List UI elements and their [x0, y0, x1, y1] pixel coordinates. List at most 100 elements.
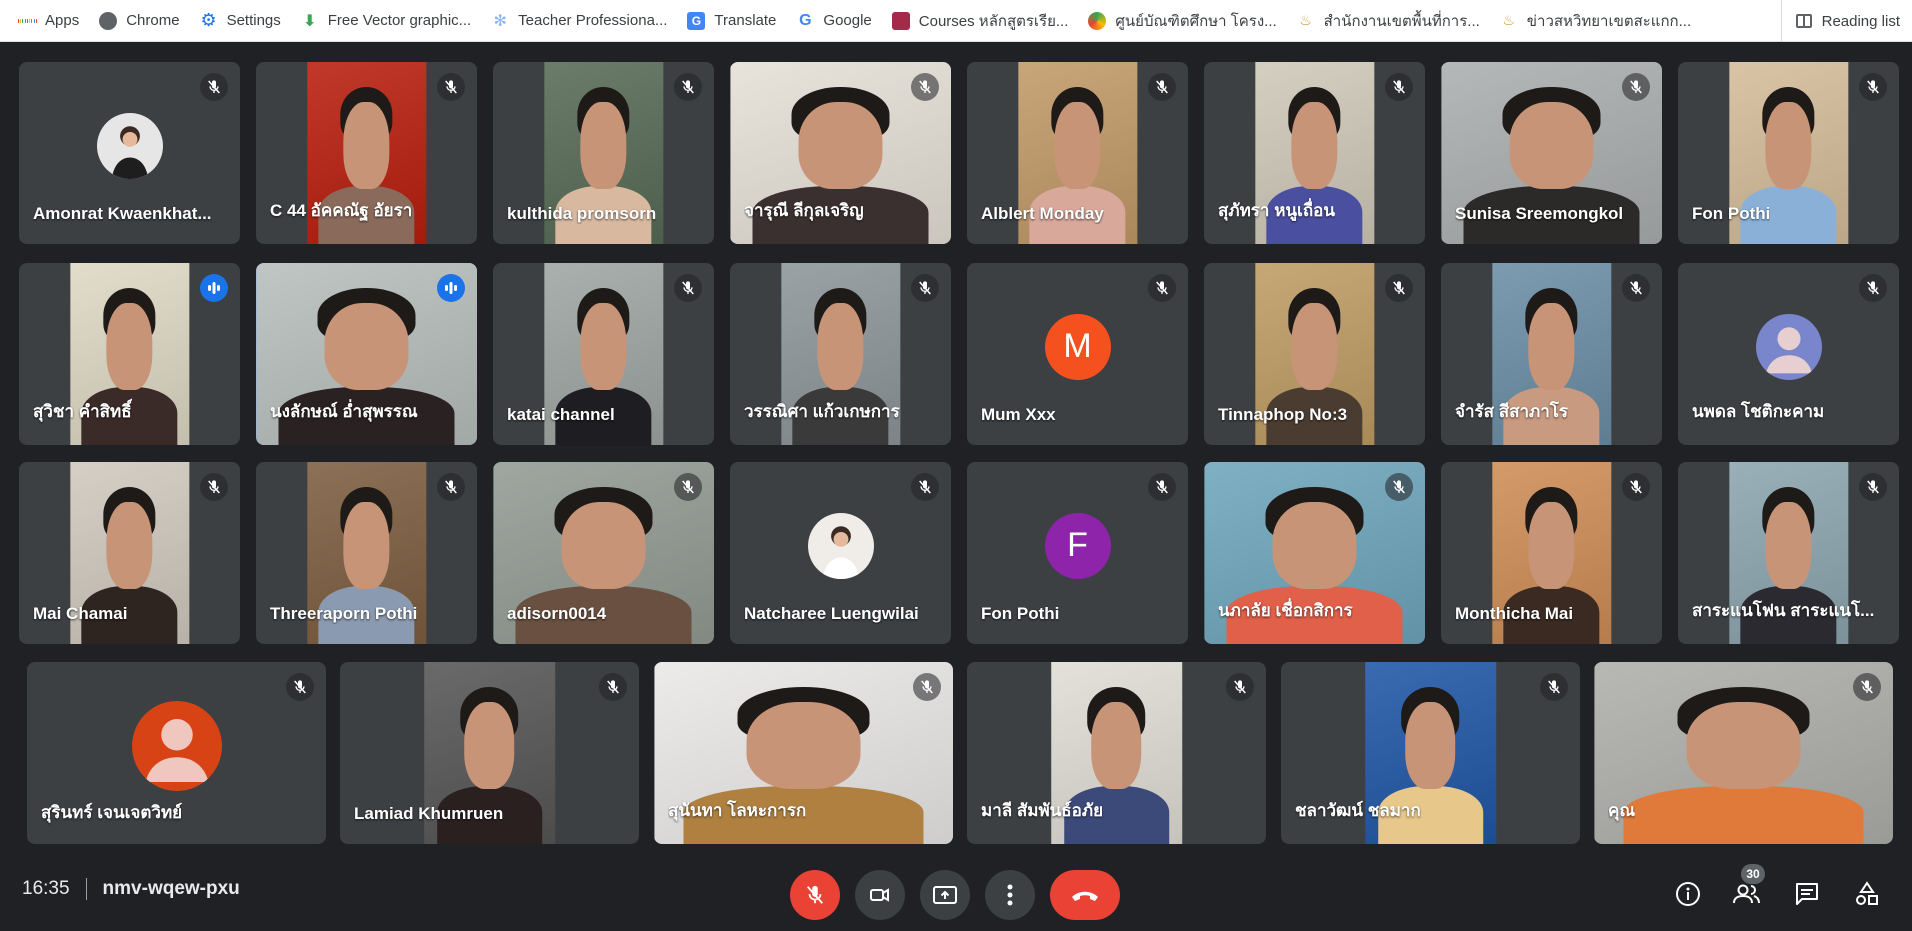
end-call-icon: [1072, 891, 1098, 901]
download-icon: ⬇: [303, 12, 317, 30]
present-screen-button[interactable]: [920, 870, 970, 920]
seal-icon: [1088, 11, 1107, 30]
mic-off-icon: [1859, 73, 1887, 101]
clock-time: 16:35: [22, 878, 70, 899]
participant-tile[interactable]: สุภัทรา หนูเถื่อน: [1204, 62, 1425, 244]
mic-off-icon: [599, 673, 627, 701]
camera-toggle-button[interactable]: [855, 870, 905, 920]
speaking-indicator-icon: [200, 274, 228, 302]
info-icon: [1676, 882, 1700, 906]
leave-call-button[interactable]: [1050, 870, 1120, 920]
participant-tile[interactable]: C 44 อัคคณัฐ อัยรา: [256, 62, 477, 244]
participant-tile[interactable]: สุนันทา โลหะการก: [654, 662, 953, 844]
bookmark-label: Free Vector graphic...: [327, 12, 472, 29]
google-icon: G: [799, 11, 812, 29]
participant-tile[interactable]: katai channel: [493, 263, 714, 445]
mic-off-icon: [674, 473, 702, 501]
mic-off-icon: [674, 274, 702, 302]
participant-tile[interactable]: จารุณี ลีกุลเจริญ: [730, 62, 951, 244]
participant-tile[interactable]: คุณ: [1594, 662, 1893, 844]
snowflake-icon: ✻: [493, 12, 507, 30]
participant-tile[interactable]: มาลี สัมพันธ์อภัย: [967, 662, 1266, 844]
participant-tile[interactable]: Alblert Monday: [967, 62, 1188, 244]
bookmark-item[interactable]: ⬇ Free Vector graphic...: [301, 12, 471, 30]
mic-off-icon: [1148, 73, 1176, 101]
participant-name: C 44 อัคคณัฐ อัยรา: [270, 201, 413, 220]
mic-off-icon: [911, 73, 939, 101]
bookmark-item[interactable]: Courses หลักสูตรเรีย...: [891, 9, 1068, 33]
gear-icon: ⚙: [200, 10, 217, 30]
participant-tile[interactable]: Monthicha Mai: [1441, 462, 1662, 644]
participant-name: Lamiad Khumruen: [354, 804, 504, 823]
participant-tile[interactable]: สาระแนโฟน สาระแนโ...: [1678, 462, 1899, 644]
reading-list-icon: [1795, 14, 1812, 28]
participant-tile[interactable]: Lamiad Khumruen: [340, 662, 639, 844]
participant-name: Alblert Monday: [981, 204, 1104, 223]
participants-button[interactable]: 30: [1727, 864, 1767, 914]
participant-tile[interactable]: Natcharee Luengwilai: [730, 462, 951, 644]
more-options-button[interactable]: [985, 870, 1035, 920]
participant-tile[interactable]: F Fon Pothi: [967, 462, 1188, 644]
participant-count-badge: 30: [1741, 864, 1765, 884]
mic-toggle-button[interactable]: [790, 870, 840, 920]
bookmark-item[interactable]: ⚙ Settings: [200, 10, 280, 30]
mic-off-icon: [806, 885, 824, 904]
participant-tile[interactable]: สุรินทร์ เจนเจตวิทย์: [27, 662, 326, 844]
participant-name: adisorn0014: [507, 604, 607, 623]
participant-name: นงลักษณ์ อ่ำสุพรรณ: [270, 402, 418, 421]
participant-tile[interactable]: M Mum Xxx: [967, 263, 1188, 445]
participant-tile[interactable]: Fon Pothi: [1678, 62, 1899, 244]
avatar: M: [1044, 313, 1111, 380]
chat-button[interactable]: [1787, 874, 1827, 914]
mic-off-icon: [1148, 473, 1176, 501]
bookmark-item[interactable]: Apps: [18, 12, 79, 30]
mic-off-icon: [1859, 274, 1887, 302]
bookmark-item[interactable]: ♨ สำนักงานเขตพื้นที่การ...: [1297, 9, 1479, 33]
meeting-code: nmv-wqew-pxu: [102, 878, 240, 899]
bookmark-item[interactable]: ✻ Teacher Professiona...: [491, 12, 667, 30]
participant-tile[interactable]: Tinnaphop No:3: [1204, 263, 1425, 445]
participant-tile[interactable]: ชลาวัฒน์ ชลมาก: [1281, 662, 1580, 844]
mic-off-icon: [1853, 673, 1881, 701]
mic-off-icon: [1540, 673, 1568, 701]
participant-tile[interactable]: จำรัส สีสาภาโร: [1441, 263, 1662, 445]
participant-tile[interactable]: Sunisa Sreemongkol: [1441, 62, 1662, 244]
participant-tile[interactable]: Mai Chamai: [19, 462, 240, 644]
activities-button[interactable]: [1847, 874, 1887, 914]
participant-tile[interactable]: kulthida promsorn: [493, 62, 714, 244]
bookmark-item[interactable]: G Google: [796, 11, 872, 30]
bookmark-item[interactable]: ศูนย์บัณฑิตศึกษา โครง...: [1088, 9, 1277, 33]
bookmark-label: Translate: [714, 12, 777, 29]
bookmark-item[interactable]: ♨ ข่าวสหวิทยาเขตสะแกก...: [1500, 9, 1692, 33]
mic-off-icon: [1148, 274, 1176, 302]
bookmark-item[interactable]: Chrome: [99, 11, 180, 30]
participant-tile[interactable]: วรรณิศา แก้วเกษการ: [730, 263, 951, 445]
participant-tile[interactable]: สุวิชา คำสิทธิ์: [19, 263, 240, 445]
bookmark-item[interactable]: G Translate: [687, 11, 777, 30]
participant-tile[interactable]: adisorn0014: [493, 462, 714, 644]
participant-name: Fon Pothi: [981, 604, 1060, 623]
participant-tile[interactable]: Threeraporn Pothi: [256, 462, 477, 644]
participant-tile[interactable]: นภาลัย เชื่อกสิการ: [1204, 462, 1425, 644]
mic-off-icon: [1859, 473, 1887, 501]
mic-off-icon: [200, 73, 228, 101]
mic-off-icon: [437, 73, 465, 101]
avatar: [96, 112, 163, 179]
participant-name: katai channel: [507, 405, 615, 424]
bookmark-label: Google: [823, 12, 872, 29]
participant-tile[interactable]: นพดล โชติกะคาม: [1678, 263, 1899, 445]
participant-tile[interactable]: นงลักษณ์ อ่ำสุพรรณ: [256, 263, 477, 445]
participant-name: ชลาวัฒน์ ชลมาก: [1295, 801, 1421, 820]
participant-tile[interactable]: Amonrat Kwaenkhat...: [19, 62, 240, 244]
participant-name: จารุณี ลีกุลเจริญ: [744, 201, 864, 220]
control-bar: 16:35 nmv-wqew-pxu 30: [0, 852, 1912, 931]
reading-list-button[interactable]: Reading list: [1780, 0, 1900, 42]
default-avatar-icon: [1755, 313, 1822, 380]
apps-grid-icon: [18, 12, 36, 30]
camera-icon: [870, 888, 889, 902]
people-icon: [1733, 884, 1760, 904]
bookmark-label: Teacher Professiona...: [518, 12, 668, 29]
avatar: F: [1044, 512, 1111, 579]
meeting-details-button[interactable]: [1668, 874, 1708, 914]
meeting-info: 16:35 nmv-wqew-pxu: [22, 878, 240, 900]
